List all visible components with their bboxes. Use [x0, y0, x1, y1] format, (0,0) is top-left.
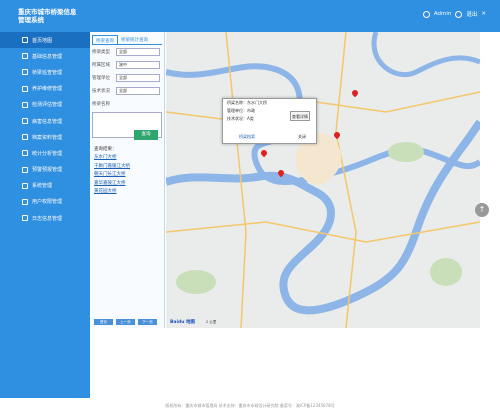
sidebar-item-label: 桥梁巡查管理 — [32, 69, 63, 76]
warning-icon — [22, 118, 28, 125]
result-item[interactable]: 东水门大桥 — [94, 154, 162, 163]
field-label: 管理单位 — [92, 75, 110, 81]
header-bar: 重庆市城市桥梁信息管理系统 Admin 退出 ✕ — [0, 0, 500, 32]
first-page-button[interactable]: 首页 — [94, 319, 113, 325]
sidebar-item-system[interactable]: 系统管理 — [0, 178, 90, 194]
log-icon — [22, 215, 28, 222]
sidebar-item-maintenance[interactable]: 养护维修管理 — [0, 81, 90, 97]
sidebar-item-label: 病害信息管理 — [32, 118, 63, 125]
query-button[interactable]: 查询 — [134, 130, 158, 140]
sidebar-item-alerts[interactable]: 预警预报管理 — [0, 162, 90, 178]
sidebar-item-label: 系统管理 — [32, 183, 53, 190]
prev-page-button[interactable]: 上一页 — [116, 319, 135, 325]
sidebar-item-label: 预警预报管理 — [32, 167, 63, 174]
map-logo: Baidu 地图 — [170, 320, 196, 325]
region-select[interactable]: 渝中 — [116, 60, 160, 69]
sidebar-item-users[interactable]: 用户权限管理 — [0, 194, 90, 210]
user-name[interactable]: Admin — [434, 11, 452, 17]
close-icon[interactable]: ✕ — [481, 11, 486, 17]
field-label: 技术状况 — [92, 88, 110, 94]
view-detail-button[interactable]: 查看详情 — [290, 111, 310, 121]
field-label: 桥梁类型 — [92, 49, 110, 55]
query-panel: 桥梁查询 桥梁统计查询 桥梁类型 全部 所属区域 渝中 管理单位 全部 技术状况 全部 … — [90, 32, 165, 328]
sidebar-item-basic-info[interactable]: 基础信息管理 — [0, 48, 90, 64]
result-item[interactable]: 朝天门长江大桥 — [94, 171, 162, 180]
popup-line: 桥梁名称：东水门大桥 — [227, 100, 267, 105]
result-list: 东水门大桥 千厮门嘉陵江大桥 朝天门长江大桥 嘉华嘉陵江大桥 黄花园大桥 — [94, 154, 162, 197]
tab-bridge-stats[interactable]: 桥梁统计查询 — [118, 35, 151, 44]
stats-icon — [22, 150, 28, 157]
home-icon — [22, 37, 28, 44]
gear-icon — [22, 182, 28, 189]
wrench-icon — [22, 85, 28, 92]
search-icon — [22, 69, 28, 76]
result-item[interactable]: 千厮门嘉陵江大桥 — [94, 163, 162, 172]
status-select[interactable]: 全部 — [116, 86, 160, 95]
sidebar-item-label: 用户权限管理 — [32, 199, 63, 206]
sidebar-item-inspection[interactable]: 桥梁巡查管理 — [0, 64, 90, 80]
bridge-info-popup: 桥梁名称：东水门大桥 管理单位：市政 技术状况：A类 查看详情 桥梁档案 关闭 — [222, 98, 317, 144]
field-label: 所属区域 — [92, 62, 110, 68]
pager: 首页 上一页 下一页 — [94, 319, 157, 325]
user-icon[interactable] — [422, 10, 430, 18]
header-user-area: Admin 退出 ✕ — [422, 10, 486, 18]
result-title: 查询结果： — [94, 147, 117, 152]
field-row: 桥梁类型 全部 — [90, 45, 164, 58]
map-canvas — [166, 32, 480, 328]
result-item[interactable]: 嘉华嘉陵江大桥 — [94, 180, 162, 189]
bell-icon — [22, 166, 28, 173]
popup-close-button[interactable]: 关闭 — [298, 134, 306, 140]
sidebar-item-statistics[interactable]: 统计分析管理 — [0, 145, 90, 161]
map-view[interactable]: 桥梁名称：东水门大桥 管理单位：市政 技术状况：A类 查看详情 桥梁档案 关闭 … — [166, 32, 480, 328]
sidebar-item-label: 档案资料管理 — [32, 134, 63, 141]
unit-select[interactable]: 全部 — [116, 73, 160, 82]
sidebar-item-label: 养护维修管理 — [32, 86, 63, 93]
field-row: 技术状况 全部 — [90, 84, 164, 97]
field-label: 桥梁名称 — [92, 101, 110, 107]
footer: 版权所有：重庆市城市管理局 技术支持：重庆市市政设计研究院 备案号：渝ICP备1… — [165, 403, 335, 408]
info-icon — [22, 53, 28, 60]
sidebar-item-label: 基础信息管理 — [32, 53, 63, 60]
panel-tabs: 桥梁查询 桥梁统计查询 — [92, 35, 162, 45]
sidebar-item-logs[interactable]: 日志信息管理 — [0, 210, 90, 226]
chart-icon — [22, 101, 28, 108]
sidebar-item-label: 首页地图 — [32, 37, 53, 44]
map-scale: 2 公里 — [206, 320, 217, 324]
field-row: 所属区域 渝中 — [90, 58, 164, 71]
sidebar-item-label: 日志信息管理 — [32, 215, 63, 222]
field-row: 管理单位 全部 — [90, 71, 164, 84]
bridge-type-select[interactable]: 全部 — [116, 47, 160, 56]
app-title: 重庆市城市桥梁信息管理系统 — [18, 8, 77, 24]
archive-link[interactable]: 桥梁档案 — [239, 134, 255, 140]
settings-icon[interactable] — [455, 10, 463, 18]
sidebar-item-home[interactable]: 首页地图 — [0, 32, 90, 49]
exit-button[interactable]: 退出 — [466, 10, 477, 18]
sidebar-item-archives[interactable]: 档案资料管理 — [0, 129, 90, 145]
sidebar-item-defects[interactable]: 病害信息管理 — [0, 113, 90, 129]
user-icon — [22, 198, 28, 205]
folder-icon — [22, 134, 28, 141]
sidebar: 首页地图 基础信息管理 桥梁巡查管理 养护维修管理 检测评估管理 病害信息管理 … — [0, 32, 90, 398]
scroll-top-button[interactable]: ↑ — [475, 203, 489, 217]
sidebar-item-label: 检测评估管理 — [32, 102, 63, 109]
field-row: 桥梁名称 — [90, 97, 164, 110]
sidebar-item-label: 统计分析管理 — [32, 150, 63, 157]
next-page-button[interactable]: 下一页 — [138, 319, 157, 325]
sidebar-item-evaluation[interactable]: 检测评估管理 — [0, 97, 90, 113]
result-item[interactable]: 黄花园大桥 — [94, 188, 162, 197]
tab-bridge-query[interactable]: 桥梁查询 — [92, 35, 118, 44]
